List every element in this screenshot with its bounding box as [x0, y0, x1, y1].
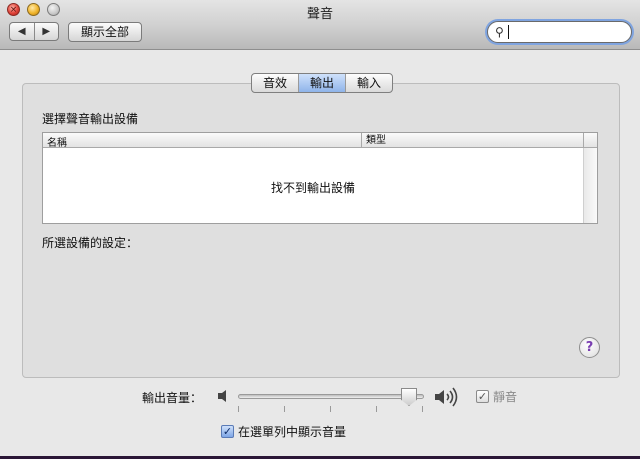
show-volume-in-menubar-checkbox[interactable]: ✓ [221, 425, 234, 438]
empty-table-message: 找不到輸出設備 [270, 181, 355, 195]
tab-bar: 音效 輸出 輸入 [251, 73, 394, 93]
help-icon: ? [585, 340, 594, 355]
slider-tick [422, 406, 423, 412]
volume-slider-track[interactable] [238, 394, 424, 399]
output-device-table[interactable]: 名稱 類型 找不到輸出設備 [42, 132, 598, 224]
selected-device-settings-label: 所選設備的設定： [42, 236, 139, 250]
output-volume-label: 輸出音量： [142, 391, 203, 405]
search-field[interactable]: ⚲ [487, 21, 632, 43]
show-all-button[interactable]: 顯示全部 [68, 22, 142, 42]
tab-output[interactable]: 輸出 [299, 74, 347, 92]
column-header-divider [583, 133, 584, 147]
sound-preferences-window: × 聲音 ◀ ▶ 顯示全部 ⚲ 音效 輸出 輸入 選擇聲音輸出設備 名稱 類型 … [0, 0, 640, 456]
help-button[interactable]: ? [579, 337, 600, 358]
column-header-name[interactable]: 名稱 [47, 134, 67, 149]
speaker-low-icon [218, 390, 226, 402]
back-icon: ◀ [17, 26, 26, 37]
back-forward-control: ◀ ▶ [9, 22, 59, 41]
table-header: 名稱 類型 [43, 133, 597, 149]
titlebar: × 聲音 ◀ ▶ 顯示全部 ⚲ [0, 0, 640, 50]
slider-tick [284, 406, 285, 412]
back-button[interactable]: ◀ [10, 23, 35, 40]
text-caret [508, 25, 509, 39]
show-volume-in-menubar-label: 在選單列中顯示音量 [238, 425, 347, 439]
tab-sound-effects[interactable]: 音效 [252, 74, 300, 92]
speaker-high-icon [435, 387, 458, 407]
volume-slider-thumb[interactable] [401, 388, 417, 406]
volume-slider-ticks [238, 406, 424, 412]
output-section-label: 選擇聲音輸出設備 [42, 112, 139, 126]
tab-input[interactable]: 輸入 [346, 74, 392, 92]
window-title: 聲音 [306, 7, 333, 22]
tab-content-panel [22, 83, 620, 378]
slider-tick [376, 406, 377, 412]
column-header-type[interactable]: 類型 [361, 133, 386, 147]
table-scrollbar[interactable] [583, 148, 597, 223]
show-volume-in-menubar-row[interactable]: ✓ 在選單列中顯示音量 [221, 423, 346, 440]
slider-tick [238, 406, 239, 412]
mute-checkbox-row[interactable]: ✓ 靜音 [476, 388, 517, 405]
forward-button[interactable]: ▶ [35, 23, 59, 40]
slider-tick [330, 406, 331, 412]
forward-icon: ▶ [42, 26, 51, 37]
search-icon: ⚲ [495, 25, 504, 39]
mute-label: 靜音 [493, 390, 518, 404]
mute-checkbox[interactable]: ✓ [476, 390, 489, 403]
